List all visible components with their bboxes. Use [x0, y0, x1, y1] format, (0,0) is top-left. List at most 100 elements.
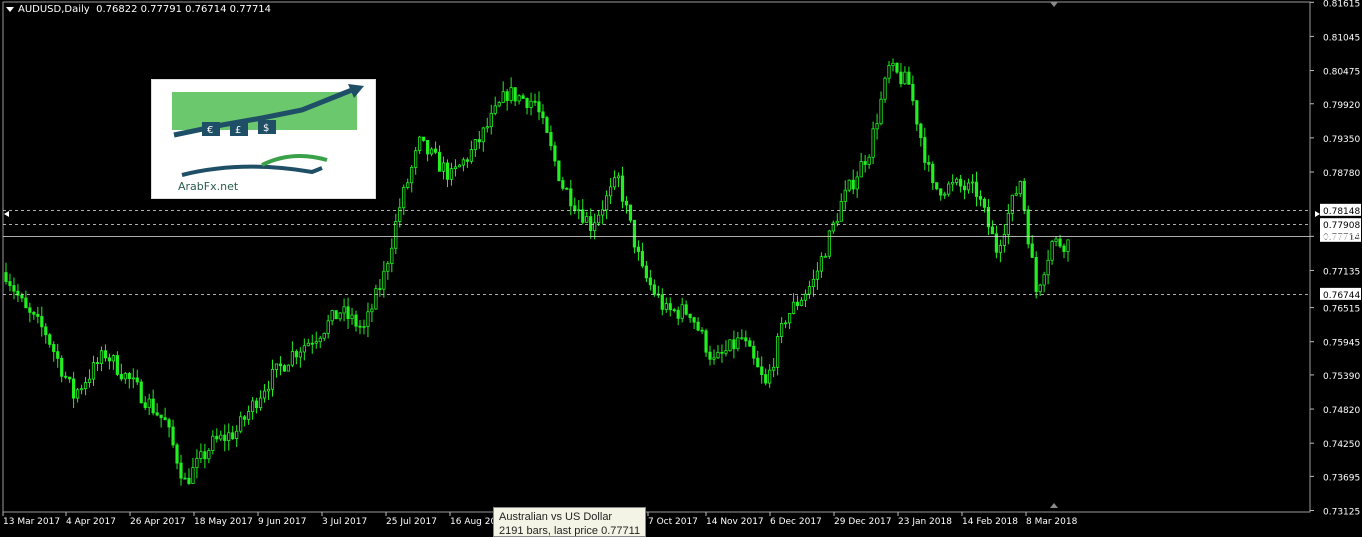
candle-body: [235, 430, 239, 439]
candle-body: [517, 95, 521, 102]
candle-body: [318, 337, 322, 343]
candle-body: [668, 303, 672, 311]
candle-body: [87, 378, 92, 383]
candle-body: [859, 161, 863, 178]
candle-body: [322, 332, 326, 339]
candle-body: [330, 310, 334, 322]
candle-body: [772, 366, 776, 371]
candle-body: [123, 373, 127, 380]
y-tick-label: 0.80475: [1323, 68, 1360, 78]
symbol-tooltip: Australian vs US Dollar 2191 bars, last …: [493, 507, 646, 537]
candle-body: [191, 467, 195, 484]
ohlc-values: 0.76822 0.77791 0.76714 0.77714: [96, 4, 272, 15]
candle-body: [457, 164, 462, 168]
candle-body: [780, 322, 784, 337]
candle-body: [223, 434, 227, 441]
candle-body: [891, 62, 895, 66]
candle-body: [545, 117, 549, 133]
candle-body: [95, 362, 100, 364]
candle-body: [927, 162, 931, 165]
candle-body: [131, 377, 135, 380]
candle-body: [799, 299, 804, 306]
candle-body: [445, 162, 450, 180]
candle-body: [875, 123, 879, 130]
candle-body: [103, 350, 108, 359]
candle-body: [294, 351, 298, 358]
candle-body: [342, 306, 346, 314]
candle-body: [903, 71, 907, 85]
candle-body: [990, 226, 995, 235]
candle-body: [867, 156, 871, 165]
candle-body: [676, 309, 680, 319]
candle-body: [107, 357, 112, 362]
candle-body: [752, 345, 756, 359]
candle-body: [219, 434, 223, 440]
y-tick-label: 0.74250: [1323, 440, 1360, 450]
candle-body: [1046, 259, 1050, 276]
candle-body: [1018, 180, 1022, 195]
y-tick-label: 0.76515: [1323, 305, 1360, 315]
candle-body: [760, 366, 764, 376]
candle-body: [485, 126, 489, 129]
candle-body: [815, 270, 820, 280]
candle-body: [720, 351, 724, 354]
candle-body: [370, 308, 374, 313]
x-tick-label: 6 Dec 2017: [770, 517, 822, 527]
candle-body: [879, 98, 883, 125]
candle-body: [207, 450, 211, 460]
candle-body: [1050, 241, 1054, 261]
symbol-label: AUDUSD,Daily: [18, 4, 90, 15]
candle-body: [493, 105, 497, 114]
candle-body: [573, 205, 577, 212]
candle-body: [64, 375, 68, 378]
x-tick-label: 3 Jul 2017: [322, 517, 367, 527]
candle-body: [473, 139, 477, 150]
candle-body: [362, 326, 366, 328]
candle-body: [426, 140, 430, 155]
candle-body: [740, 337, 744, 340]
candle-body: [688, 313, 692, 319]
candle-body: [187, 477, 191, 484]
candle-body: [163, 417, 167, 421]
y-tick-label: 0.75945: [1323, 339, 1360, 349]
candle-body: [696, 321, 700, 331]
candle-body: [52, 344, 56, 353]
candle-body: [907, 71, 911, 85]
candle-body: [887, 65, 891, 79]
candle-body: [692, 317, 696, 323]
candle-body: [243, 416, 247, 420]
candle-body: [469, 149, 473, 162]
candle-body: [497, 102, 501, 107]
candle-body: [346, 306, 350, 319]
candle-body: [326, 320, 330, 334]
candle-body: [171, 426, 175, 446]
candle-body: [585, 216, 589, 223]
candle-body: [768, 369, 772, 384]
candle-body: [115, 355, 119, 375]
candle-body: [923, 137, 927, 163]
candle-body: [664, 303, 668, 310]
candle-body: [605, 195, 609, 211]
candle-body: [652, 284, 656, 295]
candle-body: [680, 304, 684, 319]
x-tick-label: 14 Feb 2018: [962, 517, 1018, 527]
svg-text:€: €: [207, 125, 213, 136]
y-tick-label: 0.77135: [1323, 267, 1360, 277]
candle-body: [282, 365, 287, 372]
right-arrow-icon: [1315, 211, 1320, 217]
candle-body: [239, 416, 243, 432]
candle-body: [60, 357, 64, 377]
candle-body: [732, 339, 736, 350]
candle-body: [334, 310, 338, 320]
candle-body: [756, 357, 760, 368]
candle-body: [982, 198, 987, 208]
dropdown-triangle-icon[interactable]: [6, 6, 14, 12]
y-tick-label: 0.75390: [1323, 372, 1360, 382]
y-axis: 0.81615 0.81045 0.80475 0.79920 0.79350 0.787…: [1310, 0, 1361, 518]
candle-body: [827, 230, 831, 257]
candle-body: [79, 388, 84, 391]
scroll-marker-icon: [1050, 2, 1058, 7]
candle-body: [724, 350, 728, 354]
candle-body: [147, 398, 151, 409]
candle-body: [1054, 238, 1058, 242]
